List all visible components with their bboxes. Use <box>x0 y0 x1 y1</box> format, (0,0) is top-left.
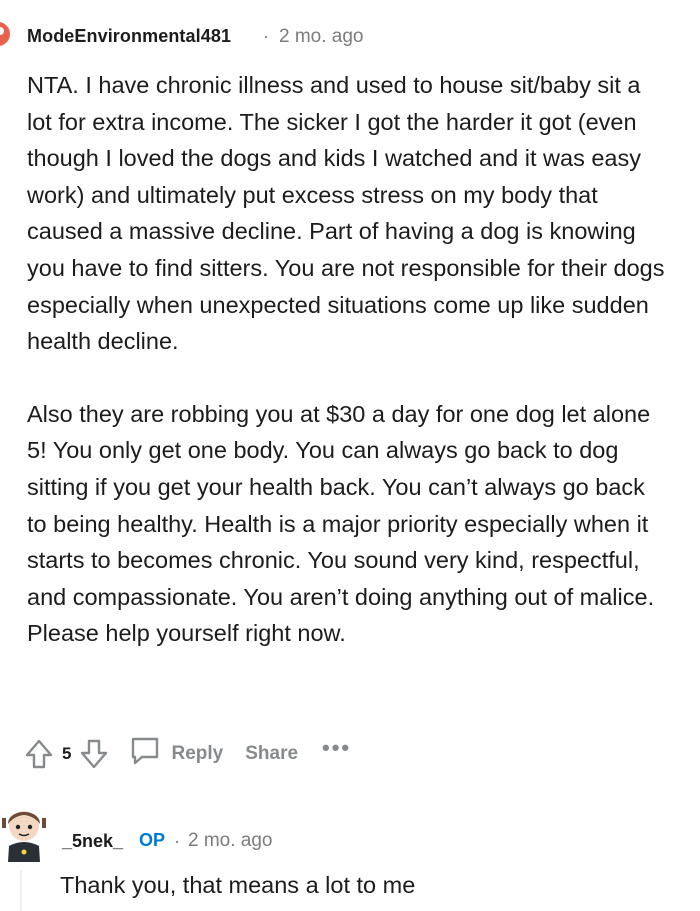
comment-paragraph: Also they are robbing you at $30 a day f… <box>27 400 655 647</box>
upvote-icon[interactable] <box>22 736 56 772</box>
comment-timestamp[interactable]: 2 mo. ago <box>279 26 364 48</box>
meta-separator: · <box>174 831 180 851</box>
comment-body: NTA. I have chronic illness and used to … <box>27 67 667 652</box>
op-badge: OP <box>139 830 166 850</box>
downvote-icon[interactable] <box>77 736 111 772</box>
chat-bubble-icon <box>129 736 161 772</box>
user-avatar[interactable] <box>0 22 10 46</box>
reply-body: Thank you, that means a lot to me <box>60 872 416 898</box>
more-options-icon[interactable]: ••• <box>322 735 351 761</box>
reply-username[interactable]: _5nek_ <box>62 831 123 852</box>
comment-paragraph: NTA. I have chronic illness and used to … <box>27 72 665 355</box>
reply-button[interactable]: Reply <box>129 736 223 772</box>
vote-count: 5 <box>62 744 72 763</box>
comment-username[interactable]: ModeEnvironmental481 <box>27 26 231 47</box>
thread-line[interactable] <box>20 870 22 911</box>
comment-actions: 5 Reply Share ••• <box>22 734 351 774</box>
reply-label: Reply <box>171 743 224 764</box>
meta-separator: · <box>263 26 269 46</box>
share-button[interactable]: Share <box>245 743 298 765</box>
reply-avatar[interactable] <box>0 800 48 864</box>
reply-timestamp[interactable]: 2 mo. ago <box>188 830 273 852</box>
